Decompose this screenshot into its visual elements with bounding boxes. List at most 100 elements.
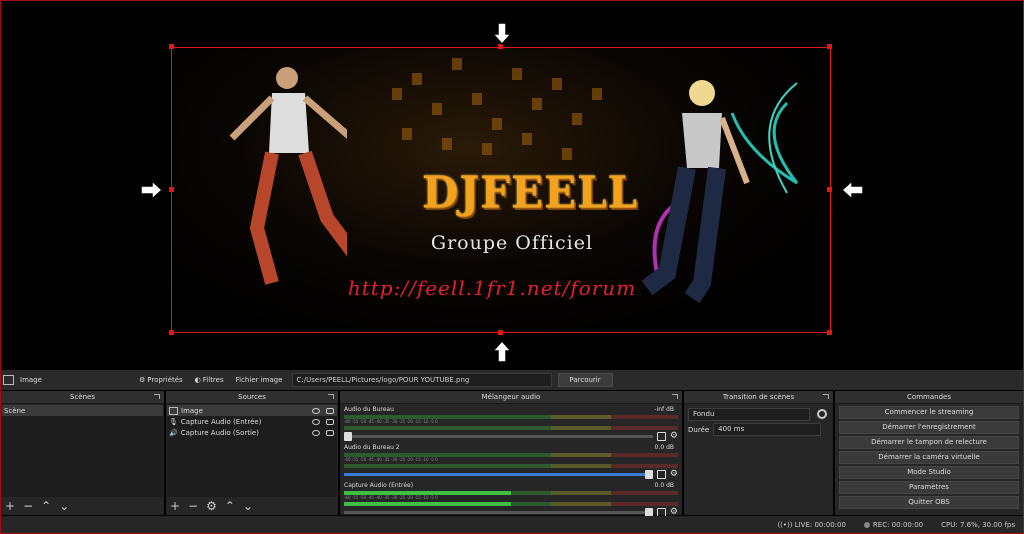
browse-button[interactable]: Parcourir	[557, 373, 613, 387]
image-icon	[3, 375, 14, 385]
duration-label: Durée	[688, 425, 710, 434]
move-up-icon[interactable]: ⌃	[41, 500, 51, 512]
source-item[interactable]: 🔊 Capture Audio (Sortie)	[167, 427, 337, 438]
rec-time: REC: 00:00:00	[872, 520, 924, 529]
remove-scene-icon[interactable]: −	[23, 500, 33, 512]
microphone-icon: 🎙	[169, 417, 178, 426]
volume-slider-knob[interactable]	[644, 469, 653, 479]
scene-item[interactable]: Scène	[2, 405, 163, 416]
source-context-bar: Image ⚙ Propriétés ◐ Filtres Fichier image…	[1, 370, 1023, 390]
resize-handle-bottom-left[interactable]	[169, 330, 174, 335]
scenes-toolbar: + − ⌃ ⌄	[1, 498, 164, 514]
lock-icon[interactable]	[326, 418, 334, 425]
move-down-icon[interactable]: ⌄	[243, 500, 253, 512]
light-tile	[432, 103, 442, 115]
light-tile	[552, 78, 562, 90]
light-tile	[452, 58, 462, 70]
record-dot-icon	[863, 521, 870, 528]
meter-ticks: -60 -55 -50 -45 -40 -35 -30 -25 -20 -15 …	[344, 457, 438, 462]
transition-select[interactable]: Fondu	[688, 408, 810, 421]
lock-icon[interactable]	[326, 407, 334, 414]
rec-status: REC: 00:00:00	[863, 520, 924, 529]
volume-slider[interactable]	[344, 507, 653, 517]
eye-icon[interactable]	[312, 429, 320, 436]
volume-slider[interactable]	[344, 469, 653, 479]
transitions-header: Transition de scènes	[684, 391, 833, 404]
lock-icon[interactable]	[326, 429, 334, 436]
light-tile	[472, 93, 482, 105]
properties-button[interactable]: ⚙ Propriétés	[136, 376, 186, 384]
source-settings-icon[interactable]: ⚙	[206, 500, 217, 512]
arrow-left-icon	[840, 179, 864, 201]
gear-icon[interactable]	[817, 409, 827, 419]
resize-handle-top-left[interactable]	[169, 44, 174, 49]
start-virtual-camera-button[interactable]: Démarrer la caméra virtuelle	[839, 451, 1019, 464]
speaker-icon[interactable]	[656, 469, 666, 479]
image-source-bounds[interactable]: DJFEELL Groupe Officiel http://feell.1fr…	[171, 47, 831, 333]
resize-handle-right[interactable]	[827, 187, 832, 192]
file-path-field[interactable]: C:/Users/PEELL/Pictures/logo/POUR YOUTUB…	[291, 373, 552, 387]
resize-handle-bottom-right[interactable]	[827, 330, 832, 335]
source-item[interactable]: Image	[167, 405, 337, 416]
cpu-fps: CPU: 7.6%, 30.00 fps	[941, 520, 1015, 529]
arrow-down-icon	[491, 22, 513, 46]
mixer-tracks: Audio du Bureau -inf dB -60 -55 -50 -45 -4…	[340, 404, 682, 518]
light-tile	[392, 88, 402, 100]
volume-slider-knob[interactable]	[344, 431, 352, 441]
gear-icon[interactable]: ⚙	[670, 469, 678, 479]
arrow-up-icon	[491, 339, 513, 363]
light-tile	[522, 133, 532, 145]
track-db: 0.0 dB	[654, 444, 674, 451]
source-item[interactable]: 🎙 Capture Audio (Entrée)	[167, 416, 337, 427]
track-name: Audio du Bureau 2	[344, 444, 400, 451]
undock-icon[interactable]	[823, 394, 829, 399]
track-name: Capture Audio (Entrée)	[344, 482, 414, 489]
mixer-track: Audio du Bureau 2 0.0 dB -60 -55 -50 -45 -…	[340, 442, 682, 480]
add-scene-icon[interactable]: +	[5, 500, 15, 512]
eye-icon[interactable]	[312, 407, 320, 414]
preview-canvas[interactable]: DJFEELL Groupe Officiel http://feell.1fr…	[1, 1, 1023, 369]
duration-field[interactable]: 400 ms	[713, 423, 822, 436]
resize-handle-bottom[interactable]	[498, 330, 503, 335]
move-up-icon[interactable]: ⌃	[225, 500, 235, 512]
start-streaming-button[interactable]: Commencer le streaming	[839, 406, 1019, 419]
status-bar: ((•)) LIVE: 00:00:00 REC: 00:00:00 CPU: …	[1, 516, 1023, 533]
light-tile	[512, 68, 522, 80]
volume-slider[interactable]	[344, 431, 653, 441]
duration-row: Durée 400 ms	[684, 423, 833, 436]
start-recording-button[interactable]: Démarrer l'enregistrement	[839, 421, 1019, 434]
meter-ticks: -60 -55 -50 -45 -40 -35 -30 -25 -20 -15 …	[344, 495, 438, 500]
source-label: Capture Audio (Sortie)	[180, 428, 259, 437]
sources-toolbar: + − ⚙ ⌃ ⌄	[166, 498, 338, 514]
volume-meter	[344, 502, 678, 506]
exit-button[interactable]: Quitter OBS	[839, 496, 1019, 509]
transitions-dock: Transition de scènes Fondu Durée 400 ms	[684, 391, 833, 515]
resize-handle-left[interactable]	[169, 187, 174, 192]
move-down-icon[interactable]: ⌄	[59, 500, 69, 512]
meter-fill	[344, 502, 511, 506]
volume-meter	[344, 464, 678, 468]
light-tile	[572, 113, 582, 125]
banner-light-tiles	[372, 48, 612, 168]
speaker-icon[interactable]	[656, 431, 666, 441]
filters-button[interactable]: ◐ Filtres	[192, 376, 227, 384]
gear-icon[interactable]: ⚙	[670, 431, 678, 441]
scenes-header: Scènes	[1, 391, 164, 404]
settings-button[interactable]: Paramètres	[839, 481, 1019, 494]
volume-row: ⚙	[344, 469, 678, 479]
sources-list: Image 🎙 Capture Audio (Entrée) 🔊 Capture A…	[167, 405, 337, 497]
track-db: -inf dB	[654, 406, 674, 413]
start-replay-buffer-button[interactable]: Démarrer le tampon de relecture	[839, 436, 1019, 449]
remove-source-icon[interactable]: −	[188, 500, 198, 512]
undock-icon[interactable]	[154, 394, 160, 399]
source-label: Capture Audio (Entrée)	[180, 417, 262, 426]
undock-icon[interactable]	[328, 394, 334, 399]
undock-icon[interactable]	[672, 394, 678, 399]
resize-handle-top-right[interactable]	[827, 44, 832, 49]
transitions-title: Transition de scènes	[722, 393, 795, 401]
eye-icon[interactable]	[312, 418, 320, 425]
add-source-icon[interactable]: +	[170, 500, 180, 512]
live-status: ((•)) LIVE: 00:00:00	[777, 521, 845, 529]
studio-mode-button[interactable]: Mode Studio	[839, 466, 1019, 479]
mixer-title: Mélangeur audio	[481, 393, 541, 401]
